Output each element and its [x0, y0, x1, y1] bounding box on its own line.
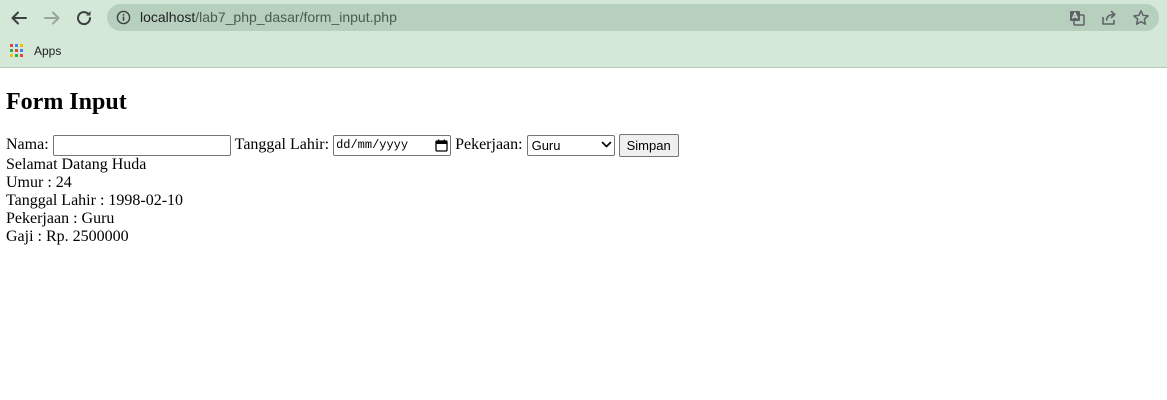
pekerjaan-select[interactable]: Guru [526, 134, 615, 156]
pekerjaan-selected-value: Guru [531, 137, 561, 153]
translate-icon[interactable] [1068, 9, 1086, 27]
pekerjaan-label: Pekerjaan: [455, 136, 523, 153]
simpan-button[interactable]: Simpan [618, 133, 679, 157]
umur-text: Umur : 24 [6, 174, 72, 191]
url-host: localhost [140, 9, 196, 25]
date-placeholder: dd/mm/yyyy [336, 138, 409, 152]
back-button[interactable] [6, 5, 32, 31]
info-icon[interactable] [116, 10, 131, 25]
page-content: Form Input Nama: Tanggal Lahir: dd/mm/yy… [0, 68, 1167, 400]
reload-button[interactable] [71, 5, 97, 31]
tanggal-lahir-input[interactable]: dd/mm/yyyy [333, 134, 452, 156]
nama-label: Nama: [6, 136, 49, 153]
reload-icon [77, 11, 92, 26]
bookmark-star-icon[interactable] [1132, 9, 1150, 27]
result-output: Selamat Datang Huda Umur : 24 Tanggal La… [6, 156, 183, 246]
tanggal-lahir-label: Tanggal Lahir: [234, 136, 330, 153]
greeting-text: Selamat Datang Huda [6, 156, 147, 173]
browser-toolbar: localhost/lab7_php_dasar/form_input.php [0, 0, 1167, 35]
chevron-down-icon [601, 141, 611, 148]
arrow-right-icon [44, 11, 60, 25]
tanggal-lahir-text: Tanggal Lahir : 1998-02-10 [6, 192, 184, 209]
nama-input[interactable] [52, 134, 231, 156]
share-icon[interactable] [1100, 9, 1118, 27]
pekerjaan-text: Pekerjaan : Guru [6, 210, 115, 227]
apps-shortcut[interactable]: Apps [10, 40, 61, 62]
input-form: Nama: Tanggal Lahir: dd/mm/yyyy Pekerjaa… [6, 133, 679, 157]
address-bar[interactable]: localhost/lab7_php_dasar/form_input.php [107, 4, 1159, 31]
apps-grid-icon [10, 44, 24, 58]
arrow-left-icon [11, 11, 27, 25]
page-title: Form Input [6, 89, 127, 115]
calendar-icon[interactable] [435, 139, 448, 152]
forward-button[interactable] [39, 5, 65, 31]
url-path: /lab7_php_dasar/form_input.php [195, 9, 397, 25]
url-text[interactable]: localhost/lab7_php_dasar/form_input.php [140, 9, 397, 26]
gaji-text: Gaji : Rp. 2500000 [6, 228, 129, 245]
apps-label: Apps [34, 44, 62, 58]
bookmarks-bar: Apps [0, 35, 1167, 68]
